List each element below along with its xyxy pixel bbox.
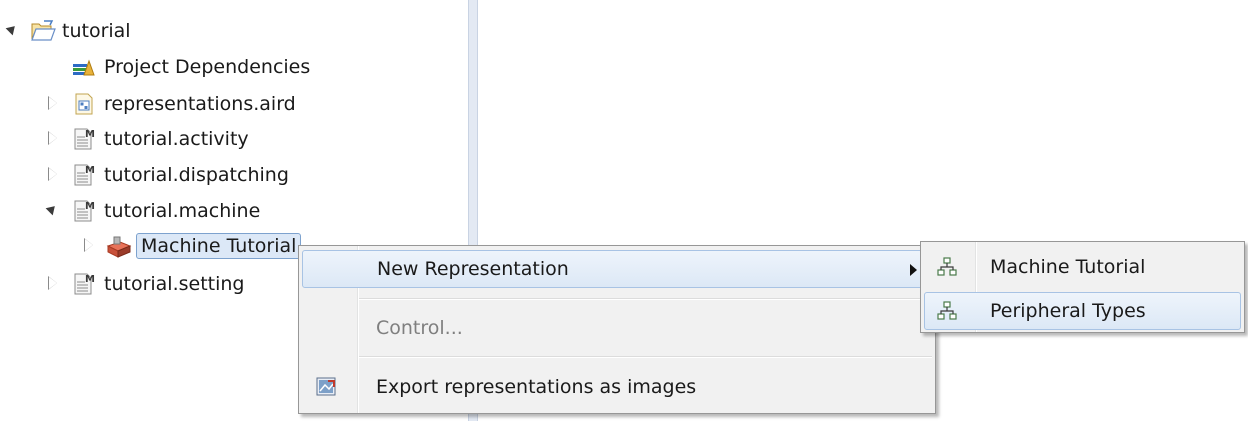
- submenu-item-machine-tutorial[interactable]: Machine Tutorial: [924, 248, 1241, 286]
- menu-item-label: Control...: [376, 317, 463, 339]
- submenu-new-representation: Machine Tutorial Peripheral Types: [920, 241, 1245, 333]
- svg-text:M: M: [85, 274, 95, 285]
- aird-file-icon: [72, 92, 96, 116]
- tree-row-project-dependencies[interactable]: Project Dependencies: [72, 49, 310, 85]
- tree-row-tutorial-activity[interactable]: M tutorial.activity: [46, 121, 249, 157]
- tree-row-tutorial-project[interactable]: tutorial: [5, 13, 131, 49]
- diagram-representation-icon: [937, 301, 957, 326]
- tree-label: Project Dependencies: [104, 56, 311, 78]
- svg-text:M: M: [85, 165, 95, 176]
- menu-item-export-images[interactable]: Export representations as images: [302, 368, 932, 406]
- expand-arrow-icon[interactable]: [46, 131, 60, 146]
- menu-item-label: Export representations as images: [376, 376, 697, 398]
- tree-row-representations-aird[interactable]: representations.aird: [46, 86, 296, 122]
- expand-arrow-icon[interactable]: [46, 167, 60, 182]
- project-dependencies-icon: [72, 55, 96, 79]
- expand-arrow-icon[interactable]: [46, 96, 60, 111]
- machine-object-icon: [106, 234, 132, 258]
- menu-item-control: Control...: [302, 309, 932, 347]
- menu-separator: [359, 298, 932, 300]
- tree-label: tutorial.activity: [104, 128, 249, 150]
- tree-label: tutorial.dispatching: [104, 164, 289, 186]
- menu-item-label: Machine Tutorial: [990, 256, 1146, 278]
- svg-text:M: M: [85, 129, 95, 140]
- expand-arrow-icon[interactable]: [46, 276, 60, 291]
- tree-row-tutorial-dispatching[interactable]: M tutorial.dispatching: [46, 157, 289, 193]
- model-file-icon: M: [72, 127, 96, 151]
- tree-row-machine-tutorial[interactable]: Machine Tutorial: [82, 228, 302, 264]
- svg-text:M: M: [85, 201, 95, 212]
- tree-label: tutorial: [62, 20, 131, 42]
- menu-item-label: Peripheral Types: [990, 300, 1146, 322]
- tree-label: representations.aird: [104, 93, 296, 115]
- tree-label: tutorial.setting: [104, 273, 245, 295]
- menu-item-new-representation[interactable]: New Representation: [302, 250, 932, 288]
- model-file-icon: M: [72, 199, 96, 223]
- collapse-arrow-icon[interactable]: [5, 22, 20, 38]
- menu-separator: [359, 356, 932, 358]
- expand-arrow-icon[interactable]: [82, 238, 96, 253]
- submenu-arrow-icon: [910, 264, 917, 276]
- menu-item-label: New Representation: [377, 258, 569, 280]
- collapse-arrow-icon[interactable]: [45, 202, 60, 218]
- diagram-representation-icon: [937, 257, 957, 282]
- tree-label: tutorial.machine: [104, 200, 261, 222]
- model-file-icon: M: [72, 272, 96, 296]
- export-image-icon: [316, 376, 338, 403]
- context-menu: New Representation Control... Export rep…: [298, 245, 936, 414]
- tree-row-tutorial-setting[interactable]: M tutorial.setting: [46, 266, 245, 302]
- tree-label-selected: Machine Tutorial: [136, 233, 302, 259]
- submenu-item-peripheral-types[interactable]: Peripheral Types: [924, 292, 1241, 330]
- model-file-icon: M: [72, 163, 96, 187]
- tree-row-tutorial-machine[interactable]: M tutorial.machine: [45, 193, 261, 229]
- open-project-folder-icon: [30, 19, 56, 43]
